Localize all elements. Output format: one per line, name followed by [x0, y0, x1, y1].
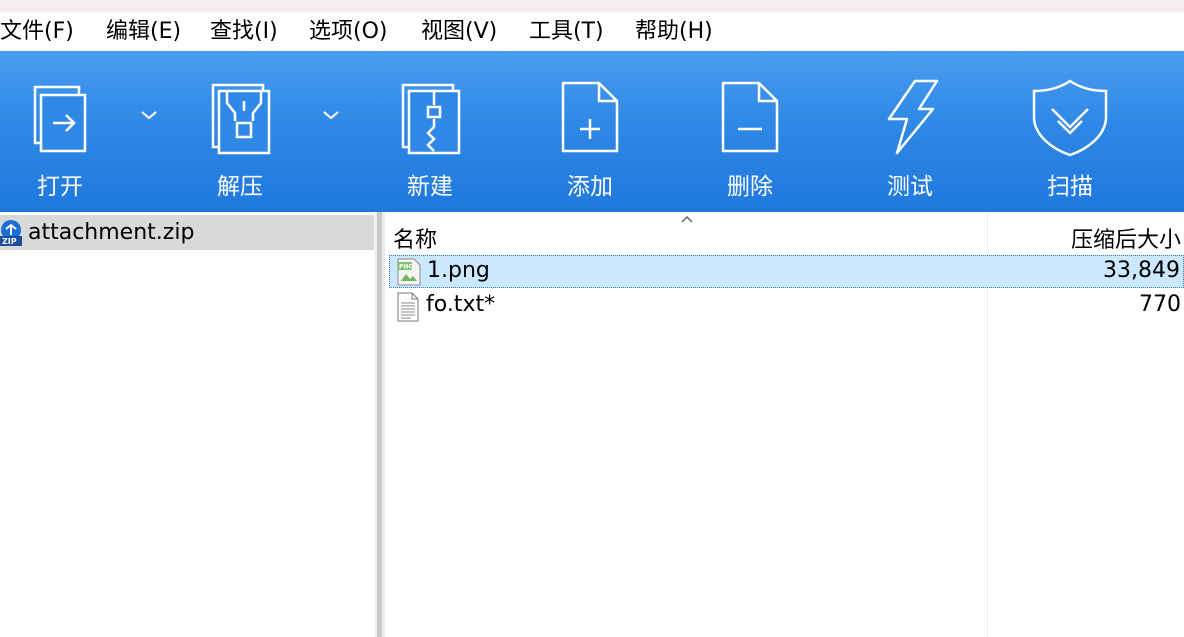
tree-item-archive[interactable]: ZIP attachment.zip	[0, 215, 374, 250]
scan-label: 扫描	[1047, 174, 1093, 200]
column-header-name[interactable]: 名称	[393, 222, 437, 254]
column-header-compressed-size[interactable]: 压缩后大小	[1071, 222, 1181, 254]
open-button[interactable]: 打开	[0, 51, 120, 212]
open-icon	[33, 85, 87, 153]
add-label: 添加	[567, 174, 613, 200]
open-label: 打开	[37, 174, 83, 200]
splitter-handle[interactable]	[377, 212, 382, 637]
menu-options[interactable]: 选项(O)	[309, 12, 421, 51]
delete-button[interactable]: 删除	[690, 51, 810, 212]
png-file-icon: PNG	[397, 258, 421, 286]
window-top-strip	[0, 0, 1184, 12]
menu-find[interactable]: 查找(I)	[210, 12, 309, 51]
new-archive-icon	[401, 83, 461, 155]
scan-button[interactable]: 扫描	[1010, 51, 1130, 212]
toolbar: 打开 解压 新建 添加 删除 测试 扫描	[0, 51, 1184, 212]
folder-tree-pane: ZIP attachment.zip	[0, 212, 375, 637]
pane-splitter[interactable]	[375, 212, 385, 637]
extract-icon	[211, 83, 271, 155]
file-row[interactable]: PNG 1.png 33,849	[389, 255, 1184, 288]
extract-button[interactable]: 解压	[180, 51, 300, 212]
test-label: 测试	[887, 174, 933, 200]
file-list-pane: 名称 压缩后大小 PNG 1.png 33,849 fo.txt* 770	[385, 212, 1184, 637]
svg-text:PNG: PNG	[399, 264, 413, 271]
new-archive-button[interactable]: 新建	[370, 51, 490, 212]
text-file-icon	[397, 292, 419, 322]
shield-icon	[1032, 79, 1108, 157]
extract-dropdown-chevron-icon[interactable]	[319, 103, 343, 127]
svg-text:ZIP: ZIP	[2, 237, 17, 246]
delete-file-icon	[721, 81, 779, 153]
file-compressed-size: 33,849	[1103, 258, 1180, 283]
extract-label: 解压	[217, 174, 263, 200]
new-archive-label: 新建	[407, 174, 453, 200]
menu-edit[interactable]: 编辑(E)	[106, 12, 210, 51]
add-button[interactable]: 添加	[530, 51, 650, 212]
menu-tools[interactable]: 工具(T)	[529, 12, 635, 51]
delete-label: 删除	[727, 174, 773, 200]
menu-help[interactable]: 帮助(H)	[635, 12, 735, 51]
file-row[interactable]: fo.txt* 770	[389, 290, 1184, 323]
zip-archive-icon: ZIP	[0, 219, 22, 246]
sort-ascending-icon	[681, 215, 693, 223]
menu-bar: 文件(F) 编辑(E) 查找(I) 选项(O) 视图(V) 工具(T) 帮助(H…	[0, 12, 1184, 51]
file-compressed-size: 770	[1139, 292, 1181, 317]
file-name: fo.txt*	[426, 292, 496, 317]
lightning-icon	[887, 79, 939, 155]
open-dropdown-chevron-icon[interactable]	[137, 103, 161, 127]
menu-view[interactable]: 视图(V)	[421, 12, 529, 51]
menu-file[interactable]: 文件(F)	[0, 12, 106, 51]
test-button[interactable]: 测试	[850, 51, 970, 212]
add-file-icon	[561, 81, 619, 153]
file-name: 1.png	[427, 258, 490, 283]
tree-item-label: attachment.zip	[28, 220, 195, 245]
